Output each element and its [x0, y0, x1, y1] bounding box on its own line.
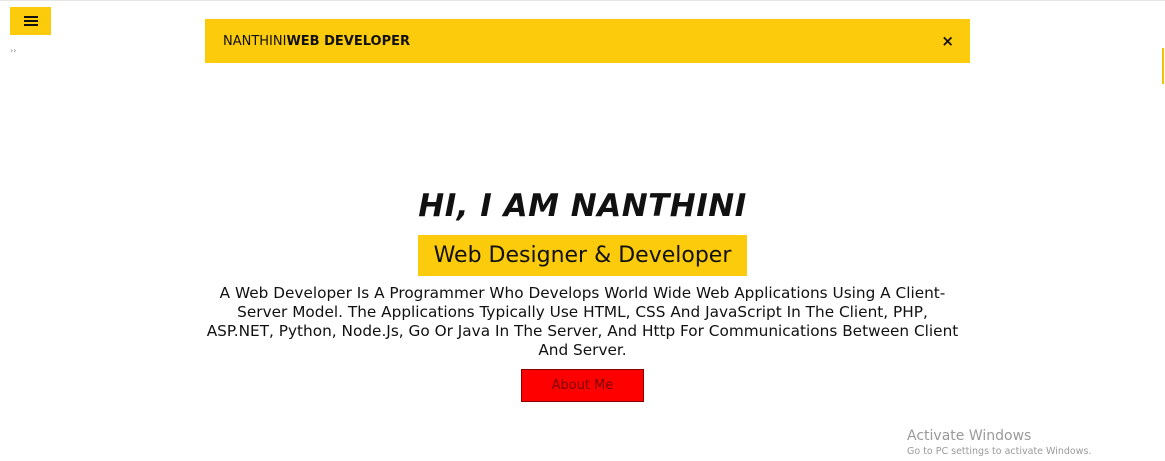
top-navbar: NANTHINIWEB DEVELOPER × — [205, 19, 970, 63]
hero-subtitle: Web Designer & Developer — [417, 235, 748, 276]
about-me-button[interactable]: About Me — [521, 369, 644, 402]
close-button[interactable]: × — [941, 33, 954, 49]
activate-windows-watermark: Activate Windows Go to PC settings to ac… — [907, 428, 1091, 458]
scrollbar-edge[interactable] — [1162, 48, 1164, 84]
small-mark: ›› — [10, 46, 17, 55]
page: ›› NANTHINIWEB DEVELOPER × HI, I AM NANT… — [0, 0, 1165, 461]
hero-description: A Web Developer Is A Programmer Who Deve… — [206, 284, 959, 359]
brand-role: WEB DEVELOPER — [286, 33, 411, 49]
top-divider — [0, 0, 1165, 1]
brand[interactable]: NANTHINIWEB DEVELOPER — [223, 34, 941, 49]
hero-section: HI, I AM NANTHINI Web Designer & Develop… — [0, 185, 1165, 402]
watermark-title: Activate Windows — [907, 428, 1032, 444]
watermark-subtitle: Go to PC settings to activate Windows. — [907, 446, 1092, 457]
hero-title: HI, I AM NANTHINI — [418, 188, 747, 224]
brand-name: NANTHINI — [223, 33, 287, 49]
menu-toggle-button[interactable] — [10, 7, 51, 35]
hamburger-menu-icon — [23, 15, 38, 27]
